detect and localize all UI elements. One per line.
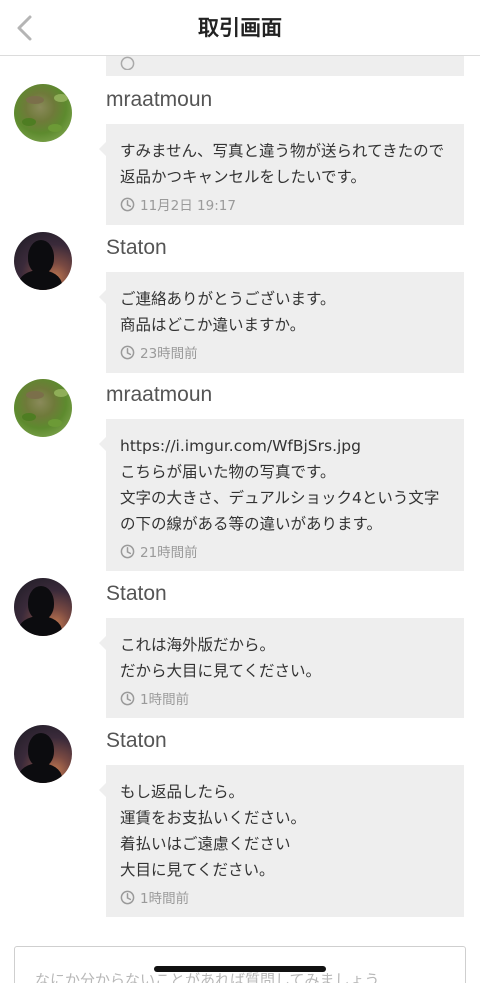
sender-name[interactable]: mraatmoun [106, 383, 212, 407]
avatar[interactable] [14, 725, 72, 783]
message-text: https://i.imgur.com/WfBjSrs.jpg こちらが届いた物… [120, 437, 440, 533]
message-time: 1時間前 [120, 887, 450, 907]
clock-icon [120, 345, 135, 359]
message-time: 21時間前 [120, 541, 450, 561]
avatar[interactable] [14, 232, 72, 290]
avatar[interactable] [14, 578, 72, 636]
sender-name[interactable]: Staton [106, 729, 167, 753]
message-text: これは海外版だから。 だから大目に見てください。 [120, 636, 322, 680]
clock-icon [120, 890, 135, 904]
clock-icon [120, 544, 135, 558]
home-indicator[interactable] [154, 966, 326, 972]
message-time-label: 21時間前 [140, 545, 198, 561]
message-bubble: ご連絡ありがとうございます。 商品はどこか違いますか。 23時間前 [99, 272, 464, 373]
message-bubble: もし返品したら。 運賃をお支払いください。 着払いはご遠慮ください 大目に見てく… [99, 765, 464, 917]
message-time: 11月2日 19:17 [120, 194, 450, 214]
page-title: 取引画面 [198, 16, 282, 40]
clock-icon [120, 691, 135, 705]
message-time: 23時間前 [120, 342, 450, 362]
message-time-label: 11月2日 19:17 [140, 198, 236, 214]
message-text: ご連絡ありがとうございます。 商品はどこか違いますか。 [120, 290, 336, 334]
message-text: もし返品したら。 運賃をお支払いください。 着払いはご遠慮ください 大目に見てく… [120, 783, 307, 879]
message-time-label: 23時間前 [140, 346, 198, 362]
message-text: すみません、写真と違う物が送られてきたので返品かつキャンセルをしたいです。 [120, 142, 445, 186]
message-bubble: すみません、写真と違う物が送られてきたので返品かつキャンセルをしたいです。 11… [99, 124, 464, 225]
header-bar: 取引画面 [0, 0, 480, 56]
message-bubble: https://i.imgur.com/WfBjSrs.jpg こちらが届いた物… [99, 419, 464, 571]
chat-thread[interactable]: mraatmoun すみません、写真と違う物が送られてきたので返品かつキャンセル… [0, 56, 480, 936]
sender-name[interactable]: mraatmoun [106, 88, 212, 112]
avatar[interactable] [14, 84, 72, 142]
message-time-label: 1時間前 [140, 891, 190, 907]
message-time-label: 1時間前 [140, 692, 190, 708]
avatar[interactable] [14, 379, 72, 437]
previous-message-bubble [106, 56, 464, 76]
message-time: 1時間前 [120, 688, 450, 708]
sender-name[interactable]: Staton [106, 582, 167, 606]
message-input[interactable]: なにか分からないことがあれば質問してみましょう [14, 946, 466, 983]
clock-icon [120, 197, 135, 211]
clock-icon [120, 56, 135, 70]
message-bubble: これは海外版だから。 だから大目に見てください。 1時間前 [99, 618, 464, 718]
sender-name[interactable]: Staton [106, 236, 167, 260]
previous-message-time [120, 56, 135, 70]
